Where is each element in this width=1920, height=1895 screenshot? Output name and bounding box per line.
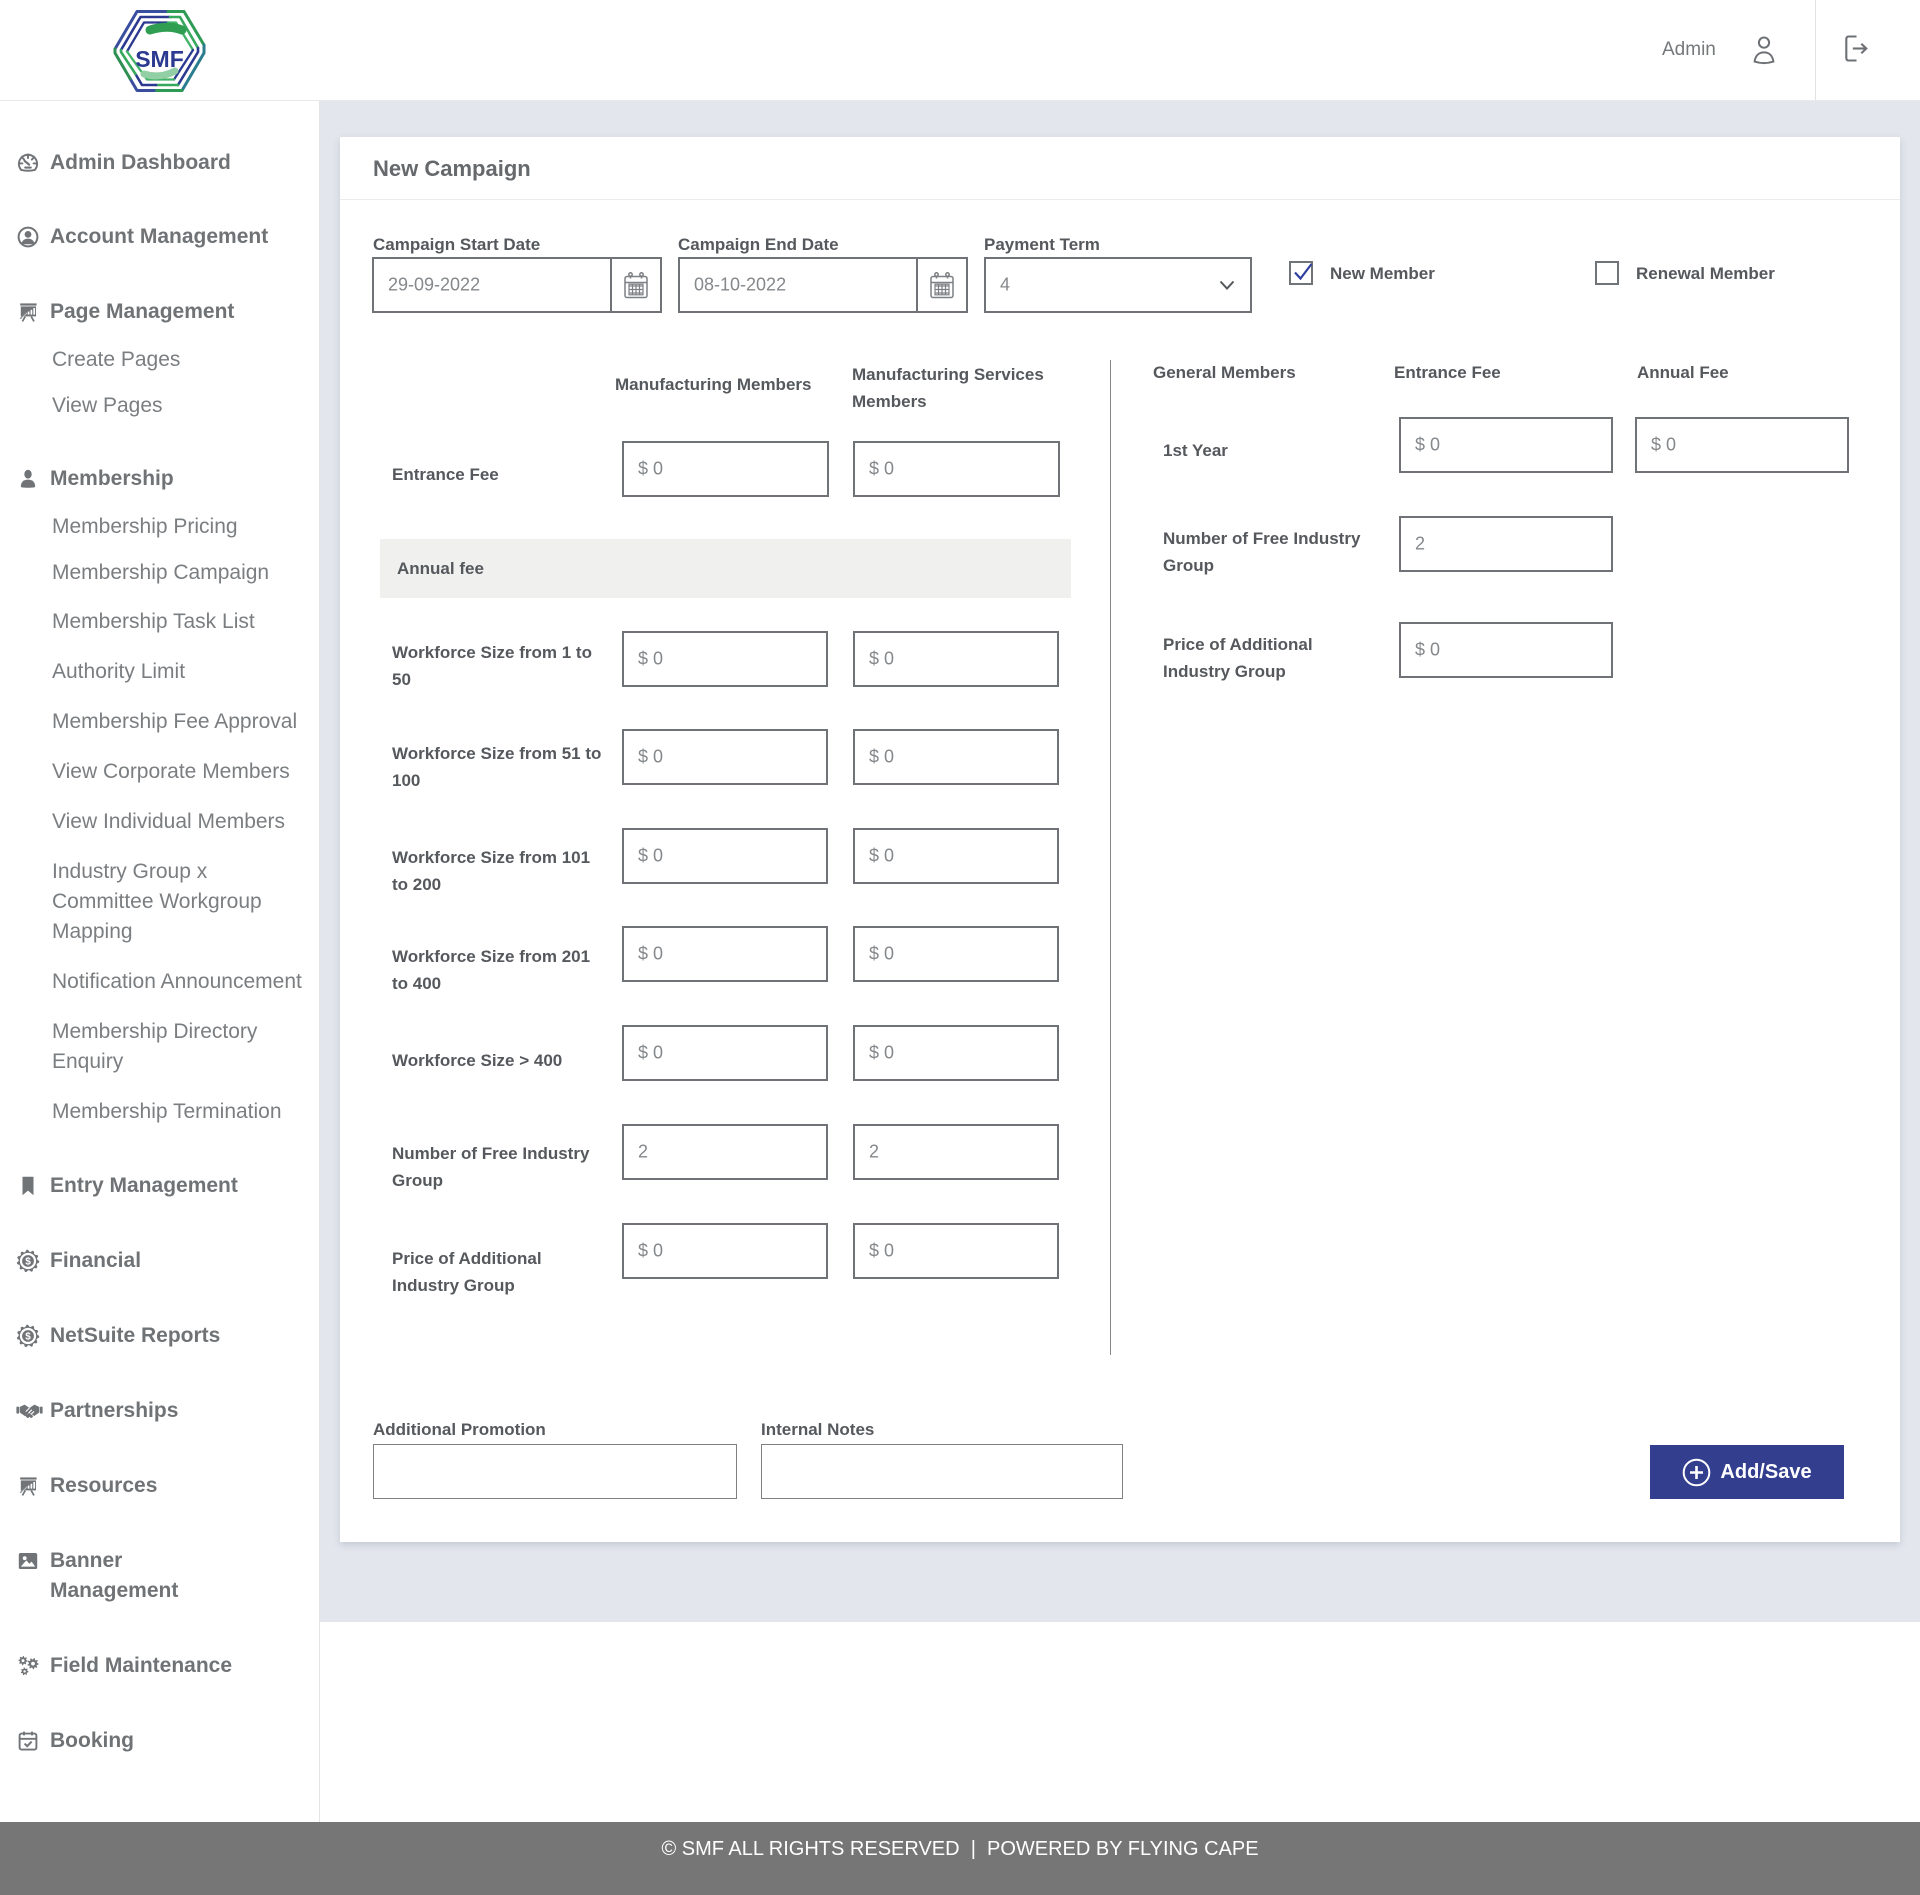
svg-text:$: $: [25, 1332, 31, 1343]
svg-text:$: $: [25, 1257, 31, 1268]
svg-text:SMF: SMF: [135, 46, 184, 72]
